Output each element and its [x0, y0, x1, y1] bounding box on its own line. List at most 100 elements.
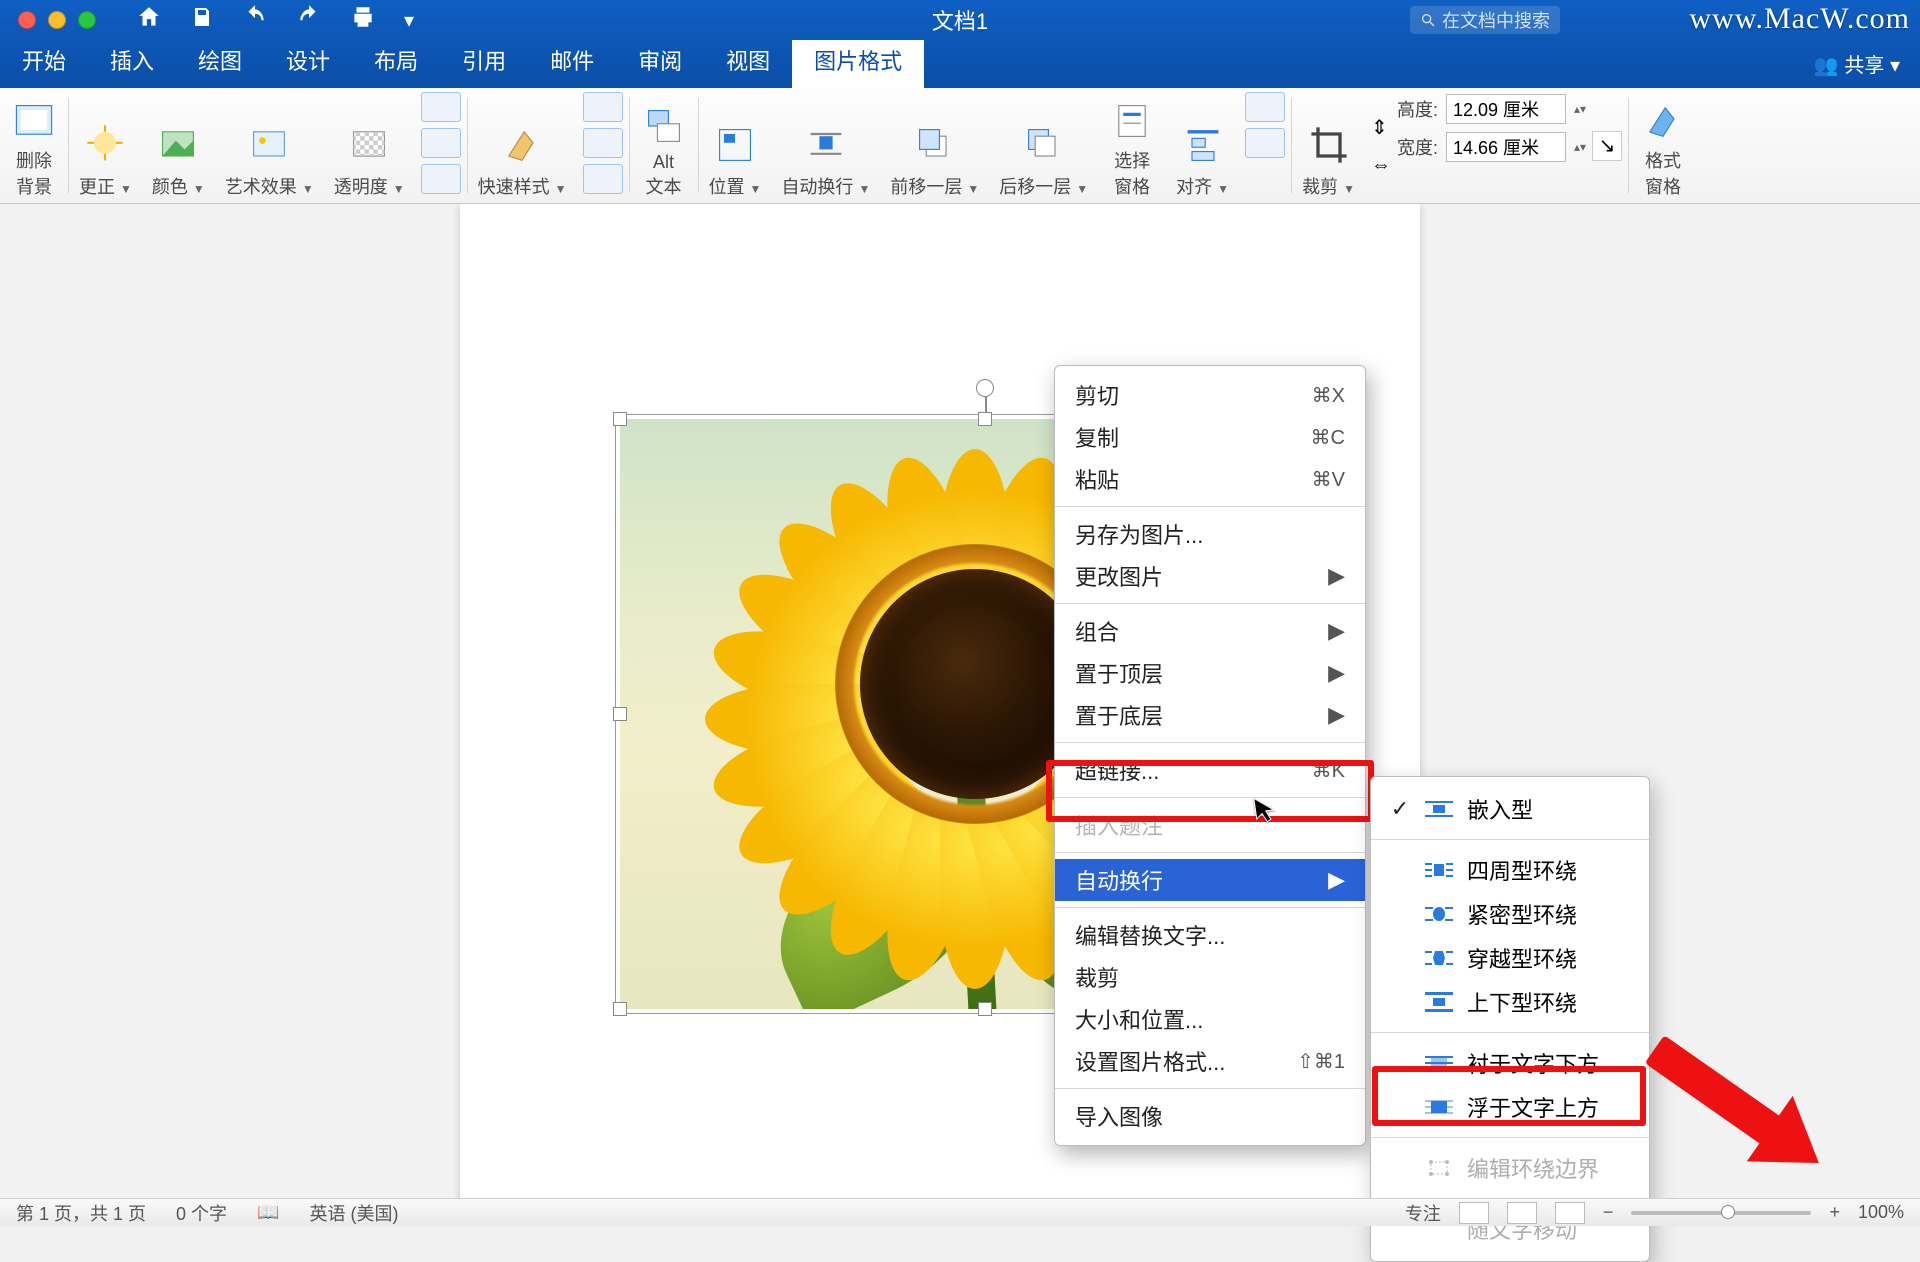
- ctx-bring-to-front[interactable]: 置于顶层▶: [1055, 652, 1365, 694]
- size-fields: 高度: ▴▾ 宽度: ▴▾: [1397, 88, 1586, 203]
- tab-picture-format[interactable]: 图片格式: [792, 34, 924, 88]
- quick-styles-button[interactable]: 快速样式 ▼: [468, 88, 577, 203]
- group-button[interactable]: [1245, 92, 1285, 122]
- rotate-handle[interactable]: [976, 379, 994, 397]
- zoom-in-button[interactable]: +: [1829, 1202, 1840, 1223]
- tab-mailings[interactable]: 邮件: [528, 34, 616, 88]
- wrap-inline[interactable]: ✓ 嵌入型: [1371, 787, 1649, 831]
- view-web-layout-button[interactable]: [1507, 1202, 1537, 1224]
- customize-qat-icon[interactable]: ▾: [404, 8, 414, 33]
- home-icon[interactable]: [136, 4, 162, 36]
- print-icon[interactable]: [350, 4, 376, 36]
- remove-background-button[interactable]: 删除 背景: [0, 88, 68, 203]
- status-spellcheck-icon[interactable]: 📖: [257, 1202, 279, 1223]
- view-outline-button[interactable]: [1555, 1202, 1585, 1224]
- picture-border-button[interactable]: [583, 92, 623, 122]
- send-backward-button[interactable]: 后移一层 ▼: [989, 88, 1098, 203]
- undo-icon[interactable]: [242, 4, 268, 36]
- check-icon: ✓: [1389, 796, 1411, 822]
- maximize-window-button[interactable]: [78, 11, 96, 29]
- wrap-in-front-of-text[interactable]: 浮于文字上方: [1371, 1085, 1649, 1129]
- ctx-size-position[interactable]: 大小和位置...: [1055, 998, 1365, 1040]
- height-stepper[interactable]: ▴▾: [1574, 102, 1586, 116]
- tab-design[interactable]: 设计: [264, 34, 352, 88]
- resize-handle-w[interactable]: [613, 707, 627, 721]
- tab-review[interactable]: 审阅: [616, 34, 704, 88]
- view-print-layout-button[interactable]: [1459, 1202, 1489, 1224]
- zoom-value[interactable]: 100%: [1858, 1202, 1904, 1223]
- artistic-icon: [245, 121, 293, 169]
- ctx-copy[interactable]: 复制⌘C: [1055, 416, 1365, 458]
- send-backward-icon: [1020, 121, 1068, 169]
- align-button[interactable]: 对齐 ▼: [1166, 88, 1239, 203]
- ctx-hyperlink[interactable]: 超链接...⌘K: [1055, 749, 1365, 791]
- transparency-button[interactable]: 透明度 ▼: [324, 88, 415, 203]
- resize-handle-n[interactable]: [978, 412, 992, 426]
- wrap-text-icon: [802, 121, 850, 169]
- tab-references[interactable]: 引用: [440, 34, 528, 88]
- ctx-wrap-text[interactable]: 自动换行▶: [1055, 859, 1365, 901]
- compress-pictures-button[interactable]: [421, 92, 461, 122]
- selection-pane-button[interactable]: 选择 窗格: [1098, 88, 1166, 203]
- width-input[interactable]: [1446, 132, 1566, 162]
- wrap-through[interactable]: 穿越型环绕: [1371, 936, 1649, 980]
- reset-picture-button[interactable]: [421, 164, 461, 194]
- picture-layout-button[interactable]: [583, 164, 623, 194]
- position-label: 位置: [709, 177, 745, 197]
- artistic-effects-button[interactable]: 艺术效果 ▼: [215, 88, 324, 203]
- picture-effects-button[interactable]: [583, 128, 623, 158]
- width-stepper[interactable]: ▴▾: [1574, 140, 1586, 154]
- status-language[interactable]: 英语 (美国): [309, 1200, 398, 1226]
- change-picture-button[interactable]: [421, 128, 461, 158]
- tab-draw[interactable]: 绘图: [176, 34, 264, 88]
- height-icon: ⇕: [1371, 115, 1391, 140]
- cursor-icon: [1252, 795, 1279, 832]
- ctx-edit-alt-text[interactable]: 编辑替换文字...: [1055, 914, 1365, 956]
- status-page[interactable]: 第 1 页，共 1 页: [16, 1200, 146, 1226]
- position-button[interactable]: 位置 ▼: [699, 88, 772, 203]
- status-focus[interactable]: 专注: [1405, 1200, 1441, 1226]
- wrap-text-ribbon-button[interactable]: 自动换行 ▼: [771, 88, 880, 203]
- ctx-import-image[interactable]: 导入图像: [1055, 1095, 1365, 1137]
- zoom-slider[interactable]: [1631, 1211, 1811, 1215]
- resize-handle-sw[interactable]: [613, 1002, 627, 1016]
- bring-forward-button[interactable]: 前移一层 ▼: [880, 88, 989, 203]
- rotate-button[interactable]: [1245, 128, 1285, 158]
- redo-icon[interactable]: [296, 4, 322, 36]
- corrections-button[interactable]: 更正 ▼: [69, 88, 142, 203]
- alt-text-button[interactable]: Alt 文本: [630, 88, 698, 203]
- ctx-group[interactable]: 组合▶: [1055, 610, 1365, 652]
- size-dialog-launcher[interactable]: ↘: [1592, 131, 1622, 161]
- resize-handle-nw[interactable]: [613, 412, 627, 426]
- color-button[interactable]: 颜色 ▼: [142, 88, 215, 203]
- tab-layout[interactable]: 布局: [352, 34, 440, 88]
- ctx-send-to-back[interactable]: 置于底层▶: [1055, 694, 1365, 736]
- wrap-behind-text[interactable]: 衬于文字下方: [1371, 1041, 1649, 1085]
- transparency-label: 透明度: [334, 177, 388, 197]
- close-window-button[interactable]: [18, 11, 36, 29]
- resize-handle-s[interactable]: [978, 1002, 992, 1016]
- tab-view[interactable]: 视图: [704, 34, 792, 88]
- zoom-out-button[interactable]: −: [1603, 1202, 1614, 1223]
- save-icon[interactable]: [190, 5, 214, 35]
- ribbon: 删除 背景 更正 ▼ 颜色 ▼ 艺术效果 ▼ 透明度 ▼ 快速样式 ▼ Alt …: [0, 88, 1920, 204]
- tab-home[interactable]: 开始: [0, 34, 88, 88]
- ctx-crop[interactable]: 裁剪: [1055, 956, 1365, 998]
- wrap-top-bottom[interactable]: 上下型环绕: [1371, 980, 1649, 1024]
- ctx-save-as-picture[interactable]: 另存为图片...: [1055, 513, 1365, 555]
- wrap-tight[interactable]: 紧密型环绕: [1371, 892, 1649, 936]
- ctx-change-picture[interactable]: 更改图片▶: [1055, 555, 1365, 597]
- wrap-square[interactable]: 四周型环绕: [1371, 848, 1649, 892]
- ctx-cut[interactable]: 剪切⌘X: [1055, 374, 1365, 416]
- status-words[interactable]: 0 个字: [176, 1200, 227, 1226]
- format-pane-button[interactable]: 格式 窗格: [1629, 88, 1697, 203]
- height-input[interactable]: [1446, 94, 1566, 124]
- crop-icon: [1305, 121, 1353, 169]
- ctx-format-picture[interactable]: 设置图片格式...⇧⌘1: [1055, 1040, 1365, 1082]
- search-box[interactable]: 在文档中搜索: [1410, 6, 1560, 34]
- share-button[interactable]: 👥 共享 ▾: [1814, 49, 1900, 88]
- ctx-paste[interactable]: 粘贴⌘V: [1055, 458, 1365, 500]
- crop-button[interactable]: 裁剪 ▼: [1292, 88, 1365, 203]
- minimize-window-button[interactable]: [48, 11, 66, 29]
- tab-insert[interactable]: 插入: [88, 34, 176, 88]
